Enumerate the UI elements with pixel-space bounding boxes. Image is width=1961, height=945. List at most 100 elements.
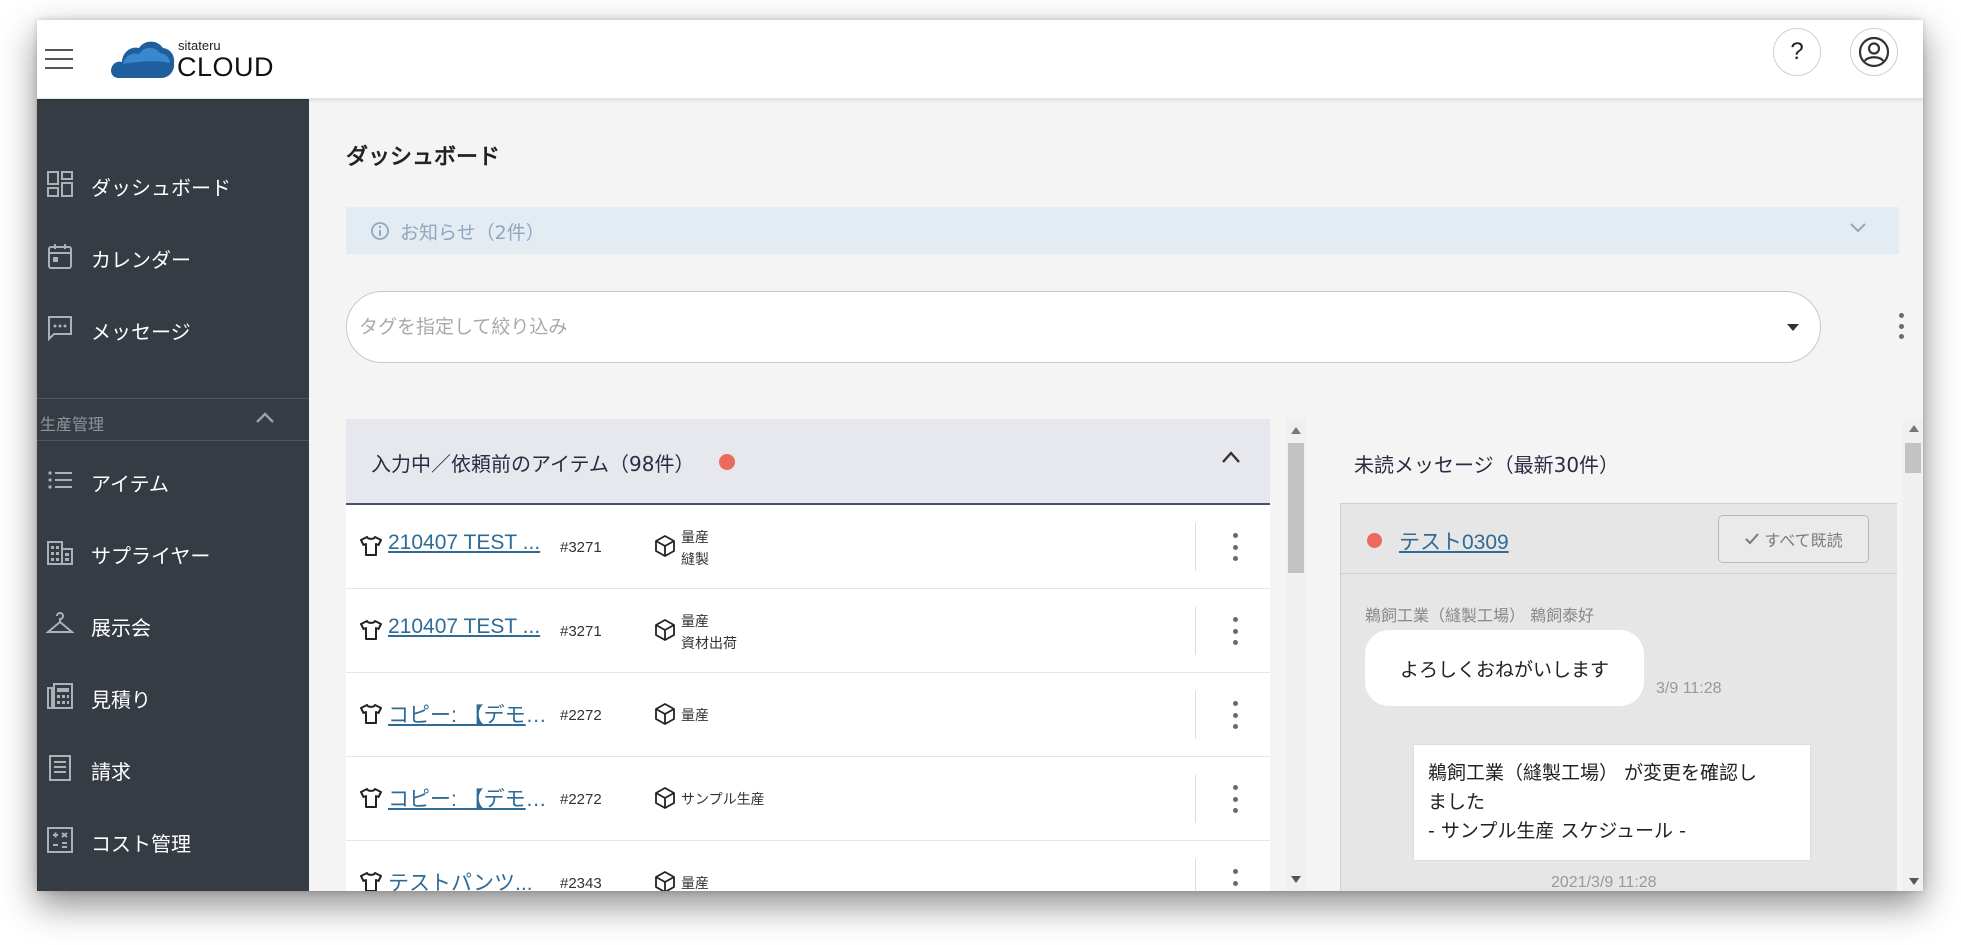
item-name-link[interactable]: 210407 TEST ... xyxy=(388,615,548,639)
item-name-link[interactable]: テストパンツ... xyxy=(388,867,548,891)
row-divider xyxy=(1195,523,1196,571)
item-tag: 量産 xyxy=(681,708,709,724)
item-number: #2272 xyxy=(560,791,602,808)
message-thread: テスト0309 すべて既読 鵜飼工業（縫製工場） 鵜飼泰好 よろしくおねがいしま… xyxy=(1340,503,1897,891)
row-menu-icon[interactable] xyxy=(1230,617,1240,645)
scroll-down-icon[interactable] xyxy=(1291,876,1301,883)
thread-name-link[interactable]: テスト0309 xyxy=(1399,526,1509,556)
item-name-link[interactable]: 210407 TEST ... xyxy=(388,531,548,555)
package-icon xyxy=(655,787,675,809)
system-message-line: - サンプル生産 スケジュール - xyxy=(1428,820,1686,842)
sidebar-item-label: サプライヤー xyxy=(91,544,211,568)
mark-all-read-button[interactable]: すべて既読 xyxy=(1718,515,1869,563)
item-tags: 量産 xyxy=(681,705,709,725)
items-panel-header[interactable]: 入力中／依頼前のアイテム（98件） xyxy=(346,419,1270,505)
message-bubble: よろしくおねがいします xyxy=(1365,630,1644,706)
invoice-icon xyxy=(49,755,71,781)
sidebar-item-label: 請求 xyxy=(91,760,131,784)
sidebar-item-dashboard[interactable]: ダッシュボード xyxy=(37,158,309,210)
item-name-link[interactable]: コピー: 【デモ/... xyxy=(388,783,548,813)
row-divider xyxy=(1195,691,1196,739)
row-divider xyxy=(1195,775,1196,823)
package-icon xyxy=(655,535,675,557)
item-number: #2343 xyxy=(560,875,602,891)
app-header: sitateru CLOUD ? xyxy=(37,20,1923,99)
main-content: ダッシュボード お知らせ（2件） 入力中／依頼前のアイテム（98件） xyxy=(309,99,1923,891)
sidebar-section-label: 生産管理 xyxy=(40,415,105,434)
chevron-up-icon xyxy=(1222,451,1240,463)
sidebar: ダッシュボード カレンダー メッセージ 生産管理 アイテム サプライヤー 展示会… xyxy=(37,99,309,891)
sidebar-item-billing[interactable]: 請求 xyxy=(37,742,309,794)
tshirt-icon xyxy=(360,620,382,640)
message-time: 3/9 11:28 xyxy=(1656,680,1722,697)
dashboard-icon xyxy=(47,171,73,197)
messages-panel: 未読メッセージ（最新30件） テスト0309 すべて既読 鵜飼工業（縫製工場） … xyxy=(1311,419,1897,891)
item-tag: サンプル生産 xyxy=(681,792,765,808)
row-menu-icon[interactable] xyxy=(1230,785,1240,813)
logo-big-text: CLOUD xyxy=(177,52,275,82)
notice-label: お知らせ（2件） xyxy=(400,222,545,244)
cloud-logo-icon xyxy=(111,41,175,78)
item-number: #3271 xyxy=(560,623,602,640)
package-icon xyxy=(655,619,675,641)
sidebar-item-cost[interactable]: コスト管理 xyxy=(37,814,309,866)
scroll-up-icon[interactable] xyxy=(1291,427,1301,434)
items-scrollbar[interactable] xyxy=(1286,419,1306,891)
sidebar-item-suppliers[interactable]: サプライヤー xyxy=(37,526,309,578)
building-icon xyxy=(47,541,73,565)
cost-icon xyxy=(47,827,73,853)
messages-panel-title: 未読メッセージ（最新30件） xyxy=(1354,453,1620,477)
sidebar-item-estimates[interactable]: 見積り xyxy=(37,670,309,722)
item-tag: 量産 xyxy=(681,614,709,630)
tag-filter-select[interactable] xyxy=(346,291,1821,363)
tag-filter-input[interactable] xyxy=(359,308,1739,346)
page-title: ダッシュボード xyxy=(346,145,501,170)
sidebar-section-production[interactable]: 生産管理 xyxy=(37,398,309,441)
table-row: テストパンツ... #2343 量産 xyxy=(346,841,1270,891)
tshirt-icon xyxy=(360,788,382,808)
sidebar-item-label: メッセージ xyxy=(91,320,191,344)
sidebar-item-label: アイテム xyxy=(91,472,169,496)
chevron-up-icon xyxy=(256,412,274,423)
package-icon xyxy=(655,703,675,725)
info-icon xyxy=(371,222,389,240)
sidebar-item-calendar[interactable]: カレンダー xyxy=(37,230,309,282)
mark-all-read-label: すべて既読 xyxy=(1764,531,1843,550)
row-menu-icon[interactable] xyxy=(1230,533,1240,561)
tshirt-icon xyxy=(360,536,382,556)
system-message-time: 2021/3/9 11:28 xyxy=(1551,874,1657,891)
item-name-link[interactable]: コピー: 【デモ/... xyxy=(388,699,548,729)
item-tags: 量産 縫製 xyxy=(681,527,709,569)
system-message-line: ました xyxy=(1428,791,1486,813)
account-button[interactable] xyxy=(1850,28,1898,76)
scroll-up-icon[interactable] xyxy=(1909,425,1919,432)
sidebar-item-label: ダッシュボード xyxy=(91,176,231,200)
scroll-down-icon[interactable] xyxy=(1909,878,1919,885)
more-options-icon[interactable] xyxy=(1896,313,1906,339)
item-tag: 縫製 xyxy=(681,552,709,568)
item-tags: 量産 資材出荷 xyxy=(681,611,737,653)
message-icon xyxy=(48,316,72,342)
menu-icon[interactable] xyxy=(44,46,74,72)
item-number: #3271 xyxy=(560,539,602,556)
item-number: #2272 xyxy=(560,707,602,724)
row-menu-icon[interactable] xyxy=(1230,701,1240,729)
row-menu-icon[interactable] xyxy=(1230,869,1240,891)
system-message: 鵜飼工業（縫製工場） が変更を確認し ました - サンプル生産 スケジュール - xyxy=(1413,744,1811,861)
package-icon xyxy=(655,871,675,891)
item-tags: サンプル生産 xyxy=(681,789,765,809)
scroll-thumb[interactable] xyxy=(1905,443,1921,473)
notice-bar[interactable]: お知らせ（2件） xyxy=(346,207,1899,254)
messages-scrollbar[interactable] xyxy=(1903,419,1923,891)
sidebar-item-items[interactable]: アイテム xyxy=(37,454,309,506)
tshirt-icon xyxy=(360,704,382,724)
unread-dot xyxy=(719,454,735,470)
scroll-thumb[interactable] xyxy=(1288,443,1304,573)
sidebar-item-label: 見積り xyxy=(91,688,151,712)
sidebar-item-messages[interactable]: メッセージ xyxy=(37,302,309,354)
help-button[interactable]: ? xyxy=(1773,28,1821,76)
sitateru-cloud-logo[interactable]: sitateru CLOUD xyxy=(109,32,279,88)
item-tag: 量産 xyxy=(681,876,709,891)
list-icon xyxy=(48,471,72,489)
sidebar-item-exhibition[interactable]: 展示会 xyxy=(37,598,309,650)
